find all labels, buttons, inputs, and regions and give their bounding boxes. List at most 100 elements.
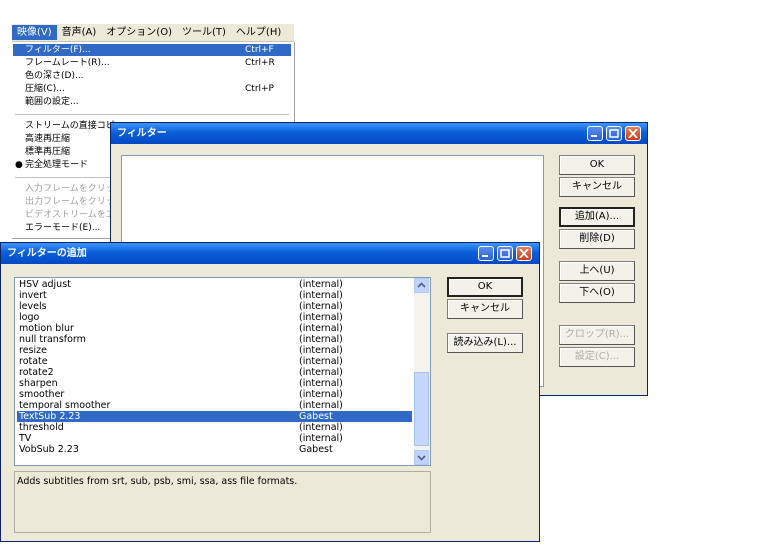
list-item[interactable]: TV (internal) — [17, 433, 412, 444]
add-filter-dialog-titlebar[interactable]: フィルターの追加 — [1, 243, 539, 264]
filter-source: Gabest — [299, 411, 333, 422]
menu-item-filters[interactable]: フィルター(F)... Ctrl+F — [13, 44, 291, 56]
filter-name: TV — [19, 433, 32, 444]
menu-item-color-depth[interactable]: 色の深さ(D)... — [13, 70, 291, 82]
menu-audio[interactable]: 音声(A) — [57, 25, 102, 40]
menu-item-label: ストリームの直接コピ — [25, 121, 115, 131]
filter-name: invert — [19, 290, 47, 301]
filter-source: (internal) — [299, 378, 343, 389]
list-item[interactable]: temporal smoother (internal) — [17, 400, 412, 411]
list-item[interactable]: VobSub 2.23 Gabest — [17, 444, 412, 455]
filter-source: (internal) — [299, 389, 343, 400]
minimize-button[interactable] — [587, 126, 603, 141]
list-item[interactable]: rotate2 (internal) — [17, 367, 412, 378]
filter-source: (internal) — [299, 345, 343, 356]
close-button[interactable] — [516, 246, 532, 261]
filter-name: HSV adjust — [19, 279, 71, 290]
arrow-up-icon — [417, 282, 426, 288]
add-filter-button[interactable]: 追加(A)... — [559, 207, 635, 227]
menu-help[interactable]: ヘルプ(H) — [231, 25, 286, 40]
scroll-up-button[interactable] — [414, 278, 429, 293]
maximize-icon — [609, 129, 619, 138]
filter-source: (internal) — [299, 290, 343, 301]
radio-bullet-icon: ● — [15, 160, 23, 170]
list-item[interactable]: HSV adjust (internal) — [17, 279, 412, 290]
menu-options[interactable]: オプション(O) — [101, 25, 177, 40]
filter-source: (internal) — [299, 433, 343, 444]
arrow-down-icon — [417, 455, 426, 461]
list-item[interactable]: sharpen (internal) — [17, 378, 412, 389]
menu-item-shortcut: Ctrl+R — [245, 58, 275, 68]
menu-item-label: 色の深さ(D)... — [25, 71, 84, 81]
filter-source: (internal) — [299, 400, 343, 411]
delete-filter-button[interactable]: 削除(D) — [559, 229, 635, 249]
menu-item-label: 高速再圧縮 — [25, 134, 71, 144]
menu-item-compression[interactable]: 圧縮(C)... Ctrl+P — [13, 83, 291, 95]
list-item[interactable]: threshold (internal) — [17, 422, 412, 433]
load-button[interactable]: 読み込み(L)... — [447, 333, 523, 353]
menu-tools[interactable]: ツール(T) — [177, 25, 231, 40]
configure-button[interactable]: 設定(C)... — [559, 347, 635, 367]
menu-item-frame-rate[interactable]: フレームレート(R)... Ctrl+R — [13, 57, 291, 69]
close-button[interactable] — [625, 126, 641, 141]
minimize-icon — [482, 255, 488, 257]
available-filters-list[interactable]: HSV adjust (internal) invert (internal) le… — [14, 277, 431, 466]
list-item-selected[interactable]: TextSub 2.23 Gabest — [17, 411, 412, 422]
menu-item-label: フィルター(F)... — [25, 45, 91, 55]
menu-item-label: 入力フレームをクリッ — [25, 184, 115, 194]
filter-source: (internal) — [299, 334, 343, 345]
filter-source: (internal) — [299, 367, 343, 378]
maximize-icon — [500, 249, 510, 258]
list-item[interactable]: levels (internal) — [17, 301, 412, 312]
scroll-thumb[interactable] — [414, 372, 429, 446]
filters-window-titlebar[interactable]: フィルター — [111, 123, 647, 144]
filter-name: levels — [19, 301, 47, 312]
menu-item-label: 出力フレームをクリッ — [25, 197, 115, 207]
cancel-button[interactable]: キャンセル — [447, 299, 523, 319]
list-item[interactable]: rotate (internal) — [17, 356, 412, 367]
move-down-button[interactable]: 下へ(O) — [559, 283, 635, 303]
filter-source: (internal) — [299, 422, 343, 433]
filter-name: logo — [19, 312, 40, 323]
menu-item-set-range[interactable]: 範囲の設定... — [13, 96, 291, 108]
menu-item-label: 完全処理モード — [25, 160, 89, 170]
list-item[interactable]: smoother (internal) — [17, 389, 412, 400]
filter-name: resize — [19, 345, 47, 356]
ok-button[interactable]: OK — [447, 277, 523, 297]
filter-name: rotate2 — [19, 367, 54, 378]
filter-source: (internal) — [299, 301, 343, 312]
add-filter-dialog: フィルターの追加 HSV adjust (internal) invert (int… — [0, 242, 540, 542]
move-up-button[interactable]: 上へ(U) — [559, 261, 635, 281]
scroll-down-button[interactable] — [414, 450, 429, 465]
list-item[interactable]: motion blur (internal) — [17, 323, 412, 334]
filter-source: (internal) — [299, 323, 343, 334]
menu-item-shortcut: Ctrl+F — [245, 45, 274, 55]
filter-name: rotate — [19, 356, 48, 367]
menu-bar: 映像(V) 音声(A) オプション(O) ツール(T) ヘルプ(H) — [12, 24, 294, 42]
ok-button[interactable]: OK — [559, 155, 635, 175]
menu-item-label: 圧縮(C)... — [25, 84, 65, 94]
filter-source: Gabest — [299, 444, 333, 455]
menu-item-label: エラーモード(E)... — [25, 223, 101, 233]
menu-item-label: フレームレート(R)... — [25, 58, 110, 68]
filter-name: motion blur — [19, 323, 74, 334]
close-icon — [519, 249, 529, 258]
list-item[interactable]: null transform (internal) — [17, 334, 412, 345]
filter-description-box: Adds subtitles from srt, sub, psb, smi, … — [14, 471, 431, 533]
cancel-button[interactable]: キャンセル — [559, 177, 635, 197]
window-title: フィルター — [117, 128, 167, 139]
list-item[interactable]: logo (internal) — [17, 312, 412, 323]
vertical-scrollbar[interactable] — [414, 278, 430, 465]
filter-name: null transform — [19, 334, 86, 345]
minimize-button[interactable] — [478, 246, 494, 261]
maximize-button[interactable] — [606, 126, 622, 141]
filter-source: (internal) — [299, 356, 343, 367]
list-item[interactable]: resize (internal) — [17, 345, 412, 356]
list-item[interactable]: invert (internal) — [17, 290, 412, 301]
menu-item-label: 範囲の設定... — [25, 97, 79, 107]
crop-button[interactable]: クロップ(R)... — [559, 325, 635, 345]
maximize-button[interactable] — [497, 246, 513, 261]
filter-name: VobSub 2.23 — [19, 444, 79, 455]
menu-video[interactable]: 映像(V) — [12, 25, 57, 40]
filter-source: (internal) — [299, 312, 343, 323]
